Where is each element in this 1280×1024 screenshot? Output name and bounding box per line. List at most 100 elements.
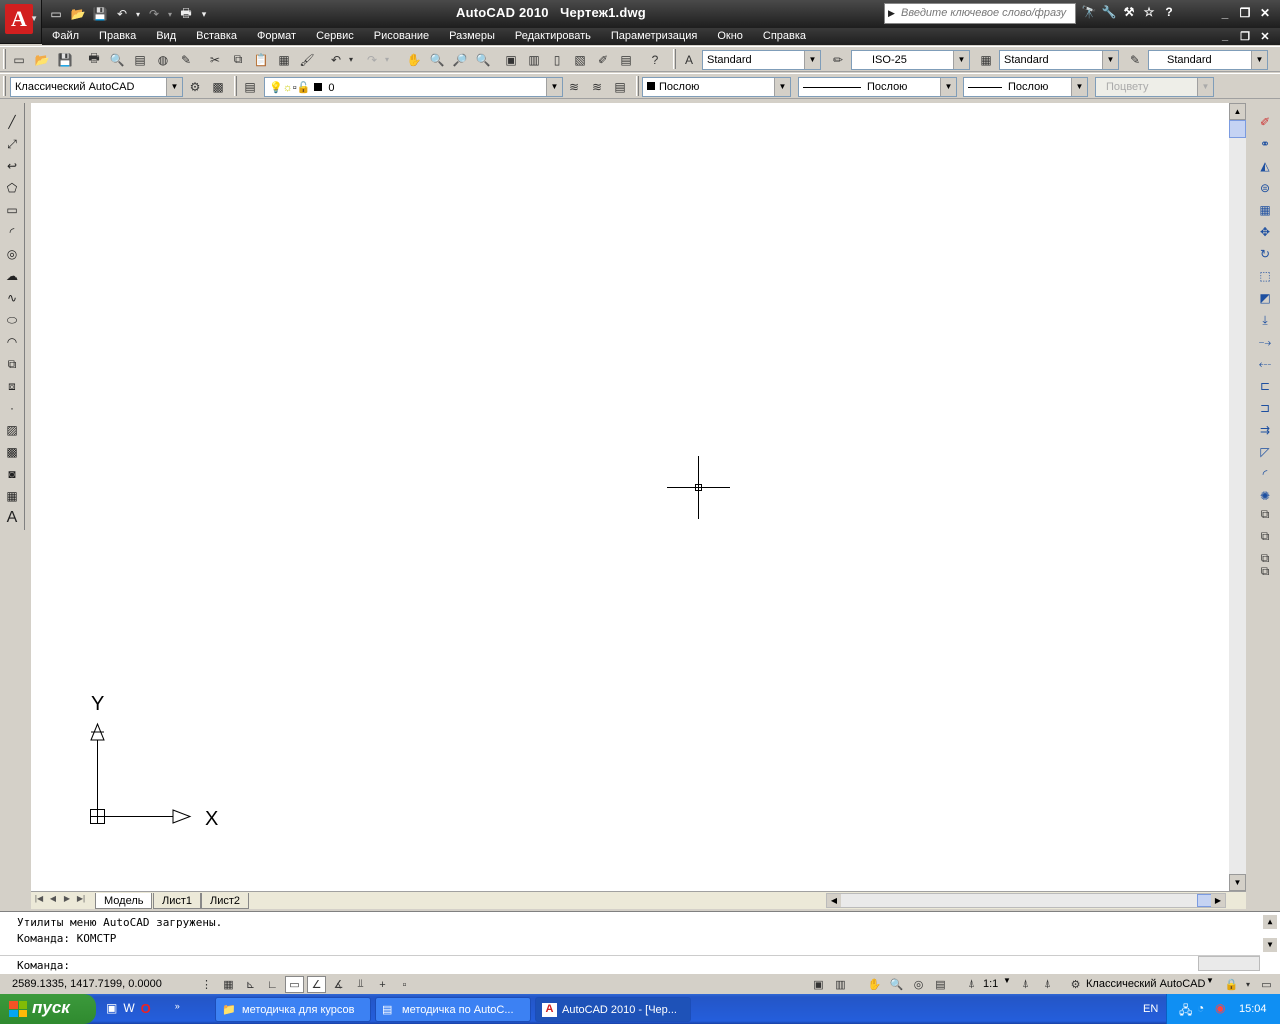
menu-dimension[interactable]: Размеры [439,28,505,45]
move-icon[interactable]: ✥ [1254,222,1276,242]
break-icon[interactable]: ⊏ [1254,376,1276,396]
layer-properties-icon[interactable]: ▤ [240,77,260,96]
chevron-down-icon[interactable]: ▼ [1251,51,1267,69]
new-icon[interactable]: ▭ [9,50,29,69]
menu-modify[interactable]: Редактировать [505,28,601,45]
insert-block-icon[interactable]: ⧉ [1,354,23,374]
offset-icon[interactable]: ⊜ [1254,178,1276,198]
undo-icon[interactable]: ↶ [112,4,132,24]
draw-order-front-icon[interactable]: ⧉ [1254,504,1276,524]
help-icon[interactable]: ? [645,50,665,69]
markup-icon[interactable]: ✐ [593,50,613,69]
toolbar-grip[interactable] [673,49,676,69]
menu-window[interactable]: Окно [707,28,753,45]
mleader-style-select[interactable]: Standard ▼ [1148,50,1268,70]
paste-special-icon[interactable]: ▦ [274,50,294,69]
rotate-icon[interactable]: ↻ [1254,244,1276,264]
search-expand-icon[interactable]: ▶ [888,8,895,19]
snap-mode-icon[interactable]: ▦ [219,976,238,993]
make-block-icon[interactable]: ⧈ [1,376,23,396]
vertical-scrollbar[interactable]: ▲ ▼ [1229,103,1246,891]
paste-icon[interactable]: 📋 [251,50,271,69]
tab-last-icon[interactable]: ▶| [75,894,87,907]
menu-insert[interactable]: Вставка [186,28,247,45]
steering-wheel-icon[interactable]: ◎ [909,976,928,993]
taskbar-item-word[interactable]: ▤ методичка по AutoC... [375,997,531,1022]
show-desktop-icon[interactable]: ▣ [106,1001,117,1016]
toolbar-lock-icon[interactable]: 🔒 [1222,976,1241,993]
chevron-down-icon[interactable]: ▼ [166,78,182,96]
design-center-icon[interactable]: ▥ [524,50,544,69]
cmd-scroll-down-icon[interactable]: ▼ [1263,938,1277,952]
workspace-select[interactable]: Классический AutoCAD ▼ [10,77,183,97]
tab-prev-icon[interactable]: ◀ [47,894,59,907]
plot-preview-icon[interactable]: 🔍 [107,50,127,69]
chevron-down-icon[interactable]: ▼ [940,78,956,96]
redo-dropdown-icon[interactable]: ▾ [166,4,174,24]
menu-edit[interactable]: Правка [89,28,146,45]
plot-icon[interactable]: 🖶 [176,4,196,24]
workspace-switch-label[interactable]: Классический AutoCAD [1086,978,1205,990]
undo-dropdown-icon[interactable]: ▾ [134,4,142,24]
redo-icon[interactable]: ↷ [362,50,382,69]
circle-icon[interactable]: ◎ [1,244,23,264]
clean-screen-icon[interactable]: ▭ [1257,976,1276,993]
scroll-left-icon[interactable]: ◀ [827,894,841,907]
chevron-down-icon[interactable]: ▼ [774,78,790,96]
undo-icon[interactable]: ↶ [326,50,346,69]
workspace-save-icon[interactable]: ▩ [208,77,228,96]
lineweight-select[interactable]: Послою ▼ [963,77,1088,97]
qat-customize-icon[interactable]: ▾ [198,4,210,24]
undo-dropdown-icon[interactable]: ▾ [346,50,356,69]
status-menu-icon[interactable]: ▾ [1242,976,1254,993]
match-properties-icon[interactable]: 🖌 [297,50,317,69]
copy-icon[interactable]: ⧉ [228,50,248,69]
linetype-select[interactable]: Послою ▼ [798,77,957,97]
polyline-icon[interactable]: ↩ [1,156,23,176]
mirror-icon[interactable]: ◭ [1254,156,1276,176]
close-icon[interactable]: ✕ [1256,5,1274,21]
scroll-down-icon[interactable]: ▼ [1229,874,1246,891]
join-icon[interactable]: ⊐ [1254,398,1276,418]
coordinates-readout[interactable]: 2589.1335, 1417.7199, 0.0000 [12,978,162,990]
new-icon[interactable]: ▭ [46,4,66,24]
help-icon[interactable]: ? [1160,4,1178,20]
tab-model[interactable]: Модель [95,893,153,909]
application-menu-button[interactable]: A ▼ [0,0,42,44]
restore-icon[interactable]: ❐ [1236,5,1254,21]
dynamic-input-icon[interactable]: + [373,976,392,993]
publish-icon[interactable]: ▤ [130,50,150,69]
model-space-icon[interactable]: ▣ [809,976,828,993]
hatch-icon[interactable]: ▨ [1,420,23,440]
extend-icon[interactable]: ⤍ [1254,332,1276,352]
word-icon[interactable]: W [123,1001,134,1016]
multiline-text-icon[interactable]: A [1,508,23,528]
horizontal-scrollbar[interactable]: ◀ ▶ [826,893,1226,908]
minimize-icon[interactable]: _ [1216,5,1234,21]
polar-tracking-icon[interactable]: ▭ [285,976,304,993]
workspace-switch-icon[interactable]: ⚙ [1066,976,1085,993]
gradient-icon[interactable]: ▩ [1,442,23,462]
menu-draw[interactable]: Рисование [364,28,439,45]
properties-icon[interactable]: ▣ [501,50,521,69]
antivirus-icon[interactable]: ◉ [1215,1001,1225,1015]
cut-icon[interactable]: ✂ [205,50,225,69]
start-button[interactable]: пуск [0,994,96,1024]
annotation-scale-icon[interactable]: ⍋ [962,976,981,993]
save-icon[interactable]: 💾 [90,4,110,24]
dim-style-icon[interactable]: ✏ [828,50,848,69]
layer-lock-icon[interactable]: 🔓 [297,82,311,94]
quick-launch-more-icon[interactable]: » [175,1001,180,1016]
text-style-icon[interactable]: A [679,50,699,69]
table-icon[interactable]: ▦ [1,486,23,506]
copy-object-icon[interactable]: ⚭ [1254,134,1276,154]
chevron-down-icon[interactable]: ▼ [804,51,820,69]
ellipse-arc-icon[interactable]: ◠ [1,332,23,352]
layer-previous-icon[interactable]: ≋ [587,77,607,96]
arc-icon[interactable]: ◜ [1,222,23,242]
break-at-point-icon[interactable]: ⤎ [1254,354,1276,374]
layer-on-icon[interactable]: 💡 [269,82,283,94]
scale-icon[interactable]: ⬚ [1254,266,1276,286]
menu-help[interactable]: Справка [753,28,816,45]
annotation-scale-value[interactable]: 1:1 [983,978,998,990]
